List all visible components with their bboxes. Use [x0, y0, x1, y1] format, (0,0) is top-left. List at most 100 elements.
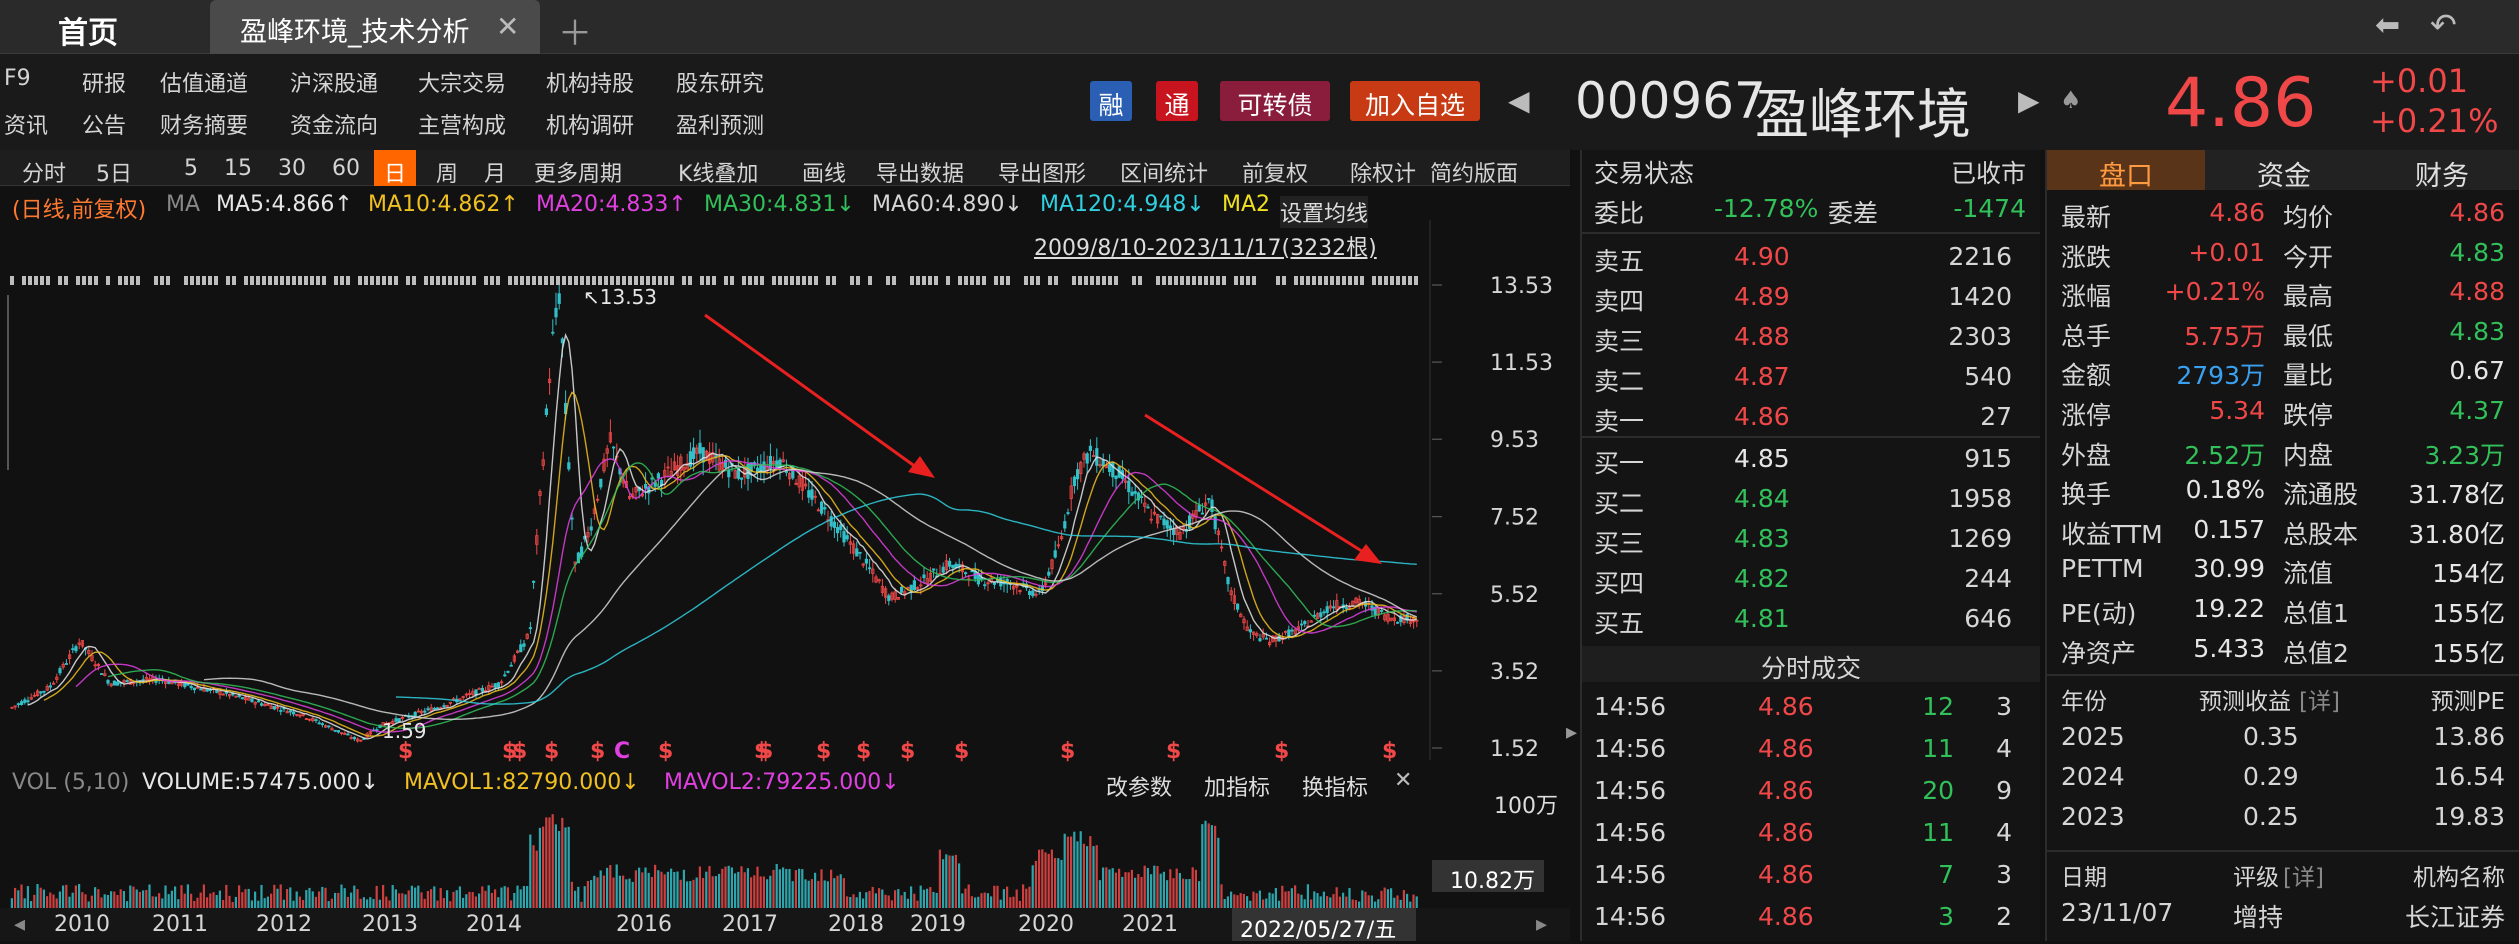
- bell-icon[interactable]: ♠: [2060, 86, 2082, 114]
- tab-funds[interactable]: 资金: [2205, 150, 2363, 192]
- tb-intraday[interactable]: 分时: [22, 156, 66, 188]
- bid-row[interactable]: 买三 4.83 1269: [1594, 520, 2026, 560]
- menu-item[interactable]: 盈利预测: [676, 108, 764, 140]
- close-icon[interactable]: ✕: [496, 10, 519, 43]
- collapse-panel-icon[interactable]: ▸: [1566, 720, 1577, 745]
- quote-label: 最高: [2283, 282, 2334, 312]
- menu-item[interactable]: 公告: [82, 108, 126, 140]
- add-watchlist-button[interactable]: 加入自选: [1350, 81, 1480, 121]
- menu-item[interactable]: 研报: [82, 66, 126, 98]
- ask-volume: 1420: [1948, 282, 2012, 311]
- menu-item[interactable]: 大宗交易: [418, 66, 506, 98]
- tb-5day[interactable]: 5日: [96, 156, 132, 188]
- volume-bar: [20, 884, 23, 910]
- forecast-year-header: 年份: [2061, 689, 2107, 715]
- volume-bar: [727, 865, 730, 910]
- candle-body: [912, 580, 917, 591]
- next-stock-icon[interactable]: ▶: [2018, 84, 2040, 117]
- menu-item[interactable]: 沪深股通: [290, 66, 378, 98]
- event-mark: [1246, 276, 1250, 285]
- bid-row[interactable]: 买四 4.82 244: [1594, 560, 2026, 600]
- tag-rong[interactable]: 融: [1090, 81, 1132, 121]
- menu-item[interactable]: 资金流向: [290, 108, 378, 140]
- tag-tong[interactable]: 通: [1156, 81, 1198, 121]
- menu-zixun[interactable]: 资讯: [4, 108, 48, 140]
- tb-draw[interactable]: 画线: [802, 156, 846, 188]
- wc-label: 委差: [1828, 199, 1879, 228]
- tb-month[interactable]: 月: [484, 156, 506, 188]
- tb-day[interactable]: 日: [374, 150, 416, 187]
- bid-row[interactable]: 买二 4.84 1958: [1594, 480, 2026, 520]
- candle-body: [983, 584, 987, 587]
- tb-export-data[interactable]: 导出数据: [876, 156, 964, 188]
- tb-range-stats[interactable]: 区间统计: [1120, 156, 1208, 188]
- bid-row[interactable]: 买五 4.81 646: [1594, 600, 2026, 640]
- tb-60min[interactable]: 60: [332, 156, 360, 181]
- prev-stock-icon[interactable]: ◀: [1508, 84, 1530, 117]
- add-tab-icon[interactable]: ＋: [558, 6, 592, 55]
- kline-chart[interactable]: 13.53 11.53 9.53 7.52 5.52 3.52 1.52 ↖13.53 1.…: [0, 220, 1570, 780]
- candle-body: [1325, 606, 1329, 613]
- tab-home[interactable]: 首页: [58, 8, 118, 52]
- menu-item[interactable]: 机构持股: [546, 66, 634, 98]
- ask-row[interactable]: 卖五 4.90 2216: [1594, 238, 2026, 278]
- candle-body: [1322, 611, 1326, 614]
- bid-row[interactable]: 买一 4.85 915: [1594, 440, 2026, 480]
- menu-item[interactable]: 估值通道: [160, 66, 248, 98]
- event-mark: [412, 276, 416, 285]
- tab-pankou[interactable]: 盘口: [2047, 150, 2205, 192]
- dividend-marker: $: [900, 739, 915, 764]
- menu-item[interactable]: 股东研究: [676, 66, 764, 98]
- ask-row[interactable]: 卖二 4.87 540: [1594, 358, 2026, 398]
- volume-bar: [871, 886, 874, 910]
- event-mark: [970, 276, 974, 285]
- candle-body: [951, 564, 955, 569]
- menu-item[interactable]: 主营构成: [418, 108, 506, 140]
- menu-f9[interactable]: F9: [4, 66, 31, 91]
- tab-active[interactable]: 盈峰环境_技术分析: [210, 0, 540, 54]
- ask-row[interactable]: 卖四 4.89 1420: [1594, 278, 2026, 318]
- scroll-left-icon[interactable]: ◂: [14, 912, 25, 937]
- volume-chart[interactable]: [0, 800, 1570, 918]
- volume-bar: [654, 864, 657, 910]
- tb-more-periods[interactable]: 更多周期: [534, 156, 622, 188]
- tb-week[interactable]: 周: [436, 156, 458, 188]
- close-indicator-icon[interactable]: ✕: [1394, 768, 1412, 793]
- add-indicator-button[interactable]: 加指标: [1204, 770, 1270, 802]
- ask-row[interactable]: 卖三 4.88 2303: [1594, 318, 2026, 358]
- event-mark: [94, 276, 98, 285]
- volume-bar: [948, 855, 951, 910]
- back-icon[interactable]: ⬅: [2375, 8, 2400, 43]
- event-mark: [784, 276, 788, 285]
- tb-5min[interactable]: 5: [184, 156, 198, 181]
- event-mark: [1336, 276, 1340, 285]
- event-mark: [196, 276, 200, 285]
- rating-detail-link[interactable]: [详]: [2283, 858, 2324, 892]
- tb-export-graph[interactable]: 导出图形: [998, 156, 1086, 188]
- volume-header: VOL (5,10) VOLUME:57475.000↓ MAVOL1:8279…: [0, 762, 1430, 802]
- switch-indicator-button[interactable]: 换指标: [1302, 770, 1368, 802]
- tb-k-overlay[interactable]: K线叠加: [678, 156, 758, 188]
- event-mark: [868, 276, 872, 285]
- change-params-button[interactable]: 改参数: [1106, 770, 1172, 802]
- candle-body: [116, 681, 120, 686]
- ask-row[interactable]: 卖一 4.86 27: [1594, 398, 2026, 438]
- volume-bar: [225, 884, 228, 910]
- tb-30min[interactable]: 30: [278, 156, 306, 181]
- undo-icon[interactable]: ↶: [2430, 6, 2457, 44]
- tab-finance[interactable]: 财务: [2363, 150, 2519, 192]
- event-mark: [790, 276, 794, 285]
- scroll-right-icon[interactable]: ▸: [1536, 912, 1547, 937]
- candle-body: [656, 473, 661, 479]
- tb-forward-adjust[interactable]: 前复权: [1242, 156, 1308, 188]
- volume-bar: [807, 880, 810, 910]
- tag-convertible[interactable]: 可转债: [1220, 81, 1330, 121]
- tb-15min[interactable]: 15: [224, 156, 252, 181]
- menu-item[interactable]: 财务摘要: [160, 108, 248, 140]
- quote-value: 2793万: [2176, 361, 2265, 391]
- forecast-detail-link[interactable]: [详]: [2299, 682, 2340, 716]
- tb-ex-rights[interactable]: 除权计: [1350, 156, 1416, 188]
- event-mark: [1306, 276, 1310, 285]
- menu-item[interactable]: 机构调研: [546, 108, 634, 140]
- tb-simple-layout[interactable]: 简约版面: [1430, 156, 1518, 188]
